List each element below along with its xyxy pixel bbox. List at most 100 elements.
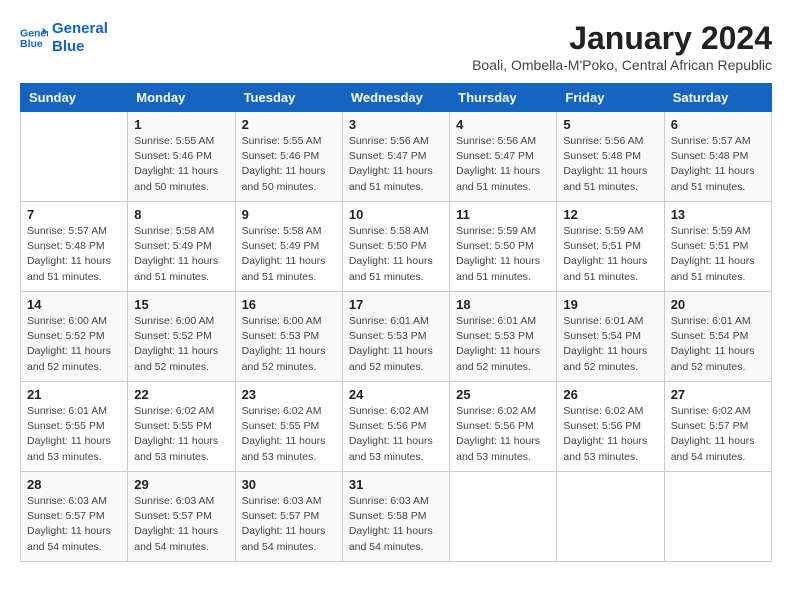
logo-line2: Blue xyxy=(52,38,108,56)
calendar-cell: 13Sunrise: 5:59 AM Sunset: 5:51 PM Dayli… xyxy=(664,202,771,292)
calendar-cell xyxy=(557,472,664,562)
header-friday: Friday xyxy=(557,84,664,112)
header-saturday: Saturday xyxy=(664,84,771,112)
calendar-body: 1 Sunrise: 5:55 AM Sunset: 5:46 PM Daylig… xyxy=(21,112,772,562)
calendar-cell: 31 Sunrise: 6:03 AM Sunset: 5:58 PM Dayli… xyxy=(342,472,449,562)
calendar-cell: 11 Sunrise: 5:59 AM Sunset: 5:50 PM Dayli… xyxy=(450,202,557,292)
calendar-cell: 17 Sunrise: 6:01 AM Sunset: 5:53 PM Dayli… xyxy=(342,292,449,382)
day-info: Sunrise: 5:58 AM Sunset: 5:49 PM Dayligh… xyxy=(134,224,228,285)
day-number: 14 xyxy=(27,297,121,312)
calendar-cell: 15 Sunrise: 6:00 AM Sunset: 5:52 PM Dayli… xyxy=(128,292,235,382)
day-number: 27 xyxy=(671,387,765,402)
day-info: Sunrise: 6:00 AM Sunset: 5:52 PM Dayligh… xyxy=(27,314,121,375)
page-header: General Blue General Blue January 2024 B… xyxy=(20,20,772,73)
calendar-title: January 2024 Boali, Ombella-M'Poko, Cent… xyxy=(472,20,772,73)
day-number: 20 xyxy=(671,297,765,312)
day-info: Sunrise: 6:02 AM Sunset: 5:56 PM Dayligh… xyxy=(456,404,550,465)
day-info: Sunrise: 6:03 AM Sunset: 5:58 PM Dayligh… xyxy=(349,494,443,555)
day-info: Sunrise: 6:01 AM Sunset: 5:54 PM Dayligh… xyxy=(671,314,765,375)
calendar-cell: 4Sunrise: 5:56 AM Sunset: 5:47 PM Daylig… xyxy=(450,112,557,202)
day-number: 22 xyxy=(134,387,228,402)
calendar-table: SundayMondayTuesdayWednesdayThursdayFrid… xyxy=(20,83,772,562)
day-number: 26 xyxy=(563,387,657,402)
day-number: 17 xyxy=(349,297,443,312)
day-info: Sunrise: 6:01 AM Sunset: 5:53 PM Dayligh… xyxy=(349,314,443,375)
calendar-cell: 5 Sunrise: 5:56 AM Sunset: 5:48 PM Daylig… xyxy=(557,112,664,202)
day-number: 15 xyxy=(134,297,228,312)
calendar-cell: 14 Sunrise: 6:00 AM Sunset: 5:52 PM Dayli… xyxy=(21,292,128,382)
svg-text:Blue: Blue xyxy=(20,38,43,50)
calendar-cell: 24Sunrise: 6:02 AM Sunset: 5:56 PM Dayli… xyxy=(342,382,449,472)
day-info: Sunrise: 6:02 AM Sunset: 5:56 PM Dayligh… xyxy=(563,404,657,465)
calendar-week-3: 14 Sunrise: 6:00 AM Sunset: 5:52 PM Dayli… xyxy=(21,292,772,382)
day-number: 28 xyxy=(27,477,121,492)
day-info: Sunrise: 5:56 AM Sunset: 5:47 PM Dayligh… xyxy=(456,134,550,195)
day-info: Sunrise: 6:03 AM Sunset: 5:57 PM Dayligh… xyxy=(27,494,121,555)
day-number: 25 xyxy=(456,387,550,402)
calendar-cell: 26 Sunrise: 6:02 AM Sunset: 5:56 PM Dayli… xyxy=(557,382,664,472)
calendar-cell: 18 Sunrise: 6:01 AM Sunset: 5:53 PM Dayli… xyxy=(450,292,557,382)
calendar-cell: 28 Sunrise: 6:03 AM Sunset: 5:57 PM Dayli… xyxy=(21,472,128,562)
calendar-cell: 22 Sunrise: 6:02 AM Sunset: 5:55 PM Dayli… xyxy=(128,382,235,472)
header-wednesday: Wednesday xyxy=(342,84,449,112)
day-info: Sunrise: 6:01 AM Sunset: 5:54 PM Dayligh… xyxy=(563,314,657,375)
day-number: 7 xyxy=(27,207,121,222)
calendar-week-4: 21Sunrise: 6:01 AM Sunset: 5:55 PM Dayli… xyxy=(21,382,772,472)
day-info: Sunrise: 6:00 AM Sunset: 5:52 PM Dayligh… xyxy=(134,314,228,375)
calendar-cell: 30 Sunrise: 6:03 AM Sunset: 5:57 PM Dayli… xyxy=(235,472,342,562)
day-number: 12 xyxy=(563,207,657,222)
day-info: Sunrise: 5:59 AM Sunset: 5:51 PM Dayligh… xyxy=(563,224,657,285)
calendar-cell: 29Sunrise: 6:03 AM Sunset: 5:57 PM Dayli… xyxy=(128,472,235,562)
calendar-cell: 9 Sunrise: 5:58 AM Sunset: 5:49 PM Daylig… xyxy=(235,202,342,292)
day-info: Sunrise: 5:55 AM Sunset: 5:46 PM Dayligh… xyxy=(134,134,228,195)
calendar-cell xyxy=(21,112,128,202)
header-thursday: Thursday xyxy=(450,84,557,112)
day-number: 31 xyxy=(349,477,443,492)
day-info: Sunrise: 5:57 AM Sunset: 5:48 PM Dayligh… xyxy=(671,134,765,195)
day-number: 1 xyxy=(134,117,228,132)
day-info: Sunrise: 5:59 AM Sunset: 5:51 PM Dayligh… xyxy=(671,224,765,285)
calendar-cell xyxy=(664,472,771,562)
day-number: 3 xyxy=(349,117,443,132)
day-info: Sunrise: 6:02 AM Sunset: 5:56 PM Dayligh… xyxy=(349,404,443,465)
day-number: 9 xyxy=(242,207,336,222)
calendar-cell: 7Sunrise: 5:57 AM Sunset: 5:48 PM Daylig… xyxy=(21,202,128,292)
day-info: Sunrise: 6:02 AM Sunset: 5:57 PM Dayligh… xyxy=(671,404,765,465)
day-info: Sunrise: 5:58 AM Sunset: 5:50 PM Dayligh… xyxy=(349,224,443,285)
calendar-cell: 3Sunrise: 5:56 AM Sunset: 5:47 PM Daylig… xyxy=(342,112,449,202)
logo: General Blue General Blue xyxy=(20,20,108,56)
day-number: 5 xyxy=(563,117,657,132)
day-info: Sunrise: 6:01 AM Sunset: 5:55 PM Dayligh… xyxy=(27,404,121,465)
day-info: Sunrise: 6:01 AM Sunset: 5:53 PM Dayligh… xyxy=(456,314,550,375)
header-tuesday: Tuesday xyxy=(235,84,342,112)
calendar-cell: 16 Sunrise: 6:00 AM Sunset: 5:53 PM Dayli… xyxy=(235,292,342,382)
day-info: Sunrise: 5:58 AM Sunset: 5:49 PM Dayligh… xyxy=(242,224,336,285)
day-number: 2 xyxy=(242,117,336,132)
day-number: 16 xyxy=(242,297,336,312)
calendar-cell: 21Sunrise: 6:01 AM Sunset: 5:55 PM Dayli… xyxy=(21,382,128,472)
day-number: 10 xyxy=(349,207,443,222)
logo-line1: General xyxy=(52,20,108,38)
day-info: Sunrise: 6:00 AM Sunset: 5:53 PM Dayligh… xyxy=(242,314,336,375)
calendar-cell: 19Sunrise: 6:01 AM Sunset: 5:54 PM Dayli… xyxy=(557,292,664,382)
calendar-cell: 2Sunrise: 5:55 AM Sunset: 5:46 PM Daylig… xyxy=(235,112,342,202)
day-number: 11 xyxy=(456,207,550,222)
day-info: Sunrise: 5:56 AM Sunset: 5:48 PM Dayligh… xyxy=(563,134,657,195)
calendar-cell: 27 Sunrise: 6:02 AM Sunset: 5:57 PM Dayli… xyxy=(664,382,771,472)
day-info: Sunrise: 6:02 AM Sunset: 5:55 PM Dayligh… xyxy=(134,404,228,465)
header-monday: Monday xyxy=(128,84,235,112)
day-info: Sunrise: 6:02 AM Sunset: 5:55 PM Dayligh… xyxy=(242,404,336,465)
day-number: 18 xyxy=(456,297,550,312)
calendar-cell: 20 Sunrise: 6:01 AM Sunset: 5:54 PM Dayli… xyxy=(664,292,771,382)
day-number: 23 xyxy=(242,387,336,402)
day-info: Sunrise: 6:03 AM Sunset: 5:57 PM Dayligh… xyxy=(242,494,336,555)
calendar-cell: 23 Sunrise: 6:02 AM Sunset: 5:55 PM Dayli… xyxy=(235,382,342,472)
calendar-cell xyxy=(450,472,557,562)
day-number: 6 xyxy=(671,117,765,132)
calendar-cell: 6 Sunrise: 5:57 AM Sunset: 5:48 PM Daylig… xyxy=(664,112,771,202)
day-info: Sunrise: 6:03 AM Sunset: 5:57 PM Dayligh… xyxy=(134,494,228,555)
calendar-cell: 1 Sunrise: 5:55 AM Sunset: 5:46 PM Daylig… xyxy=(128,112,235,202)
header-sunday: Sunday xyxy=(21,84,128,112)
day-number: 30 xyxy=(242,477,336,492)
day-info: Sunrise: 5:59 AM Sunset: 5:50 PM Dayligh… xyxy=(456,224,550,285)
